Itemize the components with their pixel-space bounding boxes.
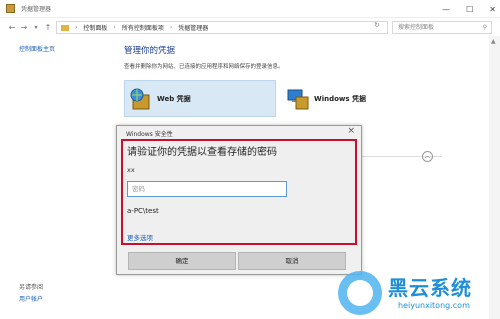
see-also-label: 另请参阅 [19,284,44,291]
window-controls: — ☐ ✕ [442,0,496,18]
credential-manager-icon [6,4,15,13]
search-placeholder: 搜索控制面板 [398,24,435,31]
forward-arrow-icon[interactable]: → [18,23,30,32]
maximize-icon[interactable]: ☐ [466,5,473,14]
dialog-prompt: 请验证你的凭据以查看存储的密码 [127,147,277,158]
navigation-bar: ← → ▾ ↑ › 控制面板 › 所有控制面板项 › 凭据管理器 ↻ 搜索控制面… [0,18,500,36]
close-icon[interactable]: × [347,126,355,136]
address-bar[interactable]: › 控制面板 › 所有控制面板项 › 凭据管理器 [56,21,388,34]
password-input[interactable]: 密码 [127,181,287,197]
chevron-right-icon: › [113,24,116,31]
dialog-title: Windows 安全性 [126,131,173,138]
watermark-brand: 黑云系统 [388,276,472,300]
refresh-icon[interactable]: ↻ [374,21,380,29]
watermark-url: heiyunxitong.com [398,301,470,310]
web-credentials-tab[interactable]: Web 凭据 [124,80,276,117]
page-description: 查看并删除你为网站、已连接的应用程序和网络保存的登录信息。 [124,64,284,70]
web-credentials-icon [129,87,153,111]
username-label: xx [127,166,135,174]
windows-credentials-tab[interactable]: Windows 凭据 [282,80,434,117]
web-credentials-label: Web 凭据 [157,94,191,103]
search-input[interactable]: 搜索控制面板 ⚲ [392,21,492,34]
page-title: 管理你的凭据 [124,46,176,56]
breadcrumb-control-panel[interactable]: 控制面板 [83,23,107,32]
sidebar-link-user-accounts[interactable]: 用户帐户 [19,294,43,303]
minimize-icon[interactable]: — [442,5,450,14]
window-title: 凭据管理器 [21,6,52,13]
password-placeholder: 密码 [132,185,145,193]
back-arrow-icon[interactable]: ← [6,23,18,32]
watermark-logo-icon [338,271,382,315]
more-options-link[interactable]: 更多选项 [127,232,153,242]
recent-dropdown-icon[interactable]: ▾ [30,24,42,31]
folder-icon [61,24,69,31]
breadcrumb-credential-manager[interactable]: 凭据管理器 [178,23,208,32]
chevron-right-icon: › [75,24,78,31]
windows-credentials-label: Windows 凭据 [314,94,366,103]
watermark: 黑云系统 heiyunxitong.com [336,268,500,319]
search-icon[interactable]: ⚲ [483,22,487,33]
windows-credentials-icon [286,87,310,111]
close-icon[interactable]: ✕ [489,5,496,14]
sidebar-link-home[interactable]: 控制面板主页 [19,44,55,53]
credential-manager-window: 凭据管理器 — ☐ ✕ ← → ▾ ↑ › 控制面板 › 所有控制面板项 › 凭… [0,0,500,319]
title-bar: 凭据管理器 — ☐ ✕ [0,0,500,18]
ok-button[interactable]: 确定 [128,252,236,270]
domain-user-label: a-PC\test [127,207,159,215]
sidebar: 控制面板主页 另请参阅 用户帐户 [0,36,110,319]
up-arrow-icon[interactable]: ↑ [42,23,54,32]
cancel-button[interactable]: 取消 [238,252,346,270]
chevron-up-icon[interactable]: ︿ [422,151,433,162]
chevron-right-icon: › [169,24,173,31]
breadcrumb-all-items[interactable]: 所有控制面板项 [122,23,164,32]
scroll-up-icon[interactable]: ▲ [491,38,496,45]
